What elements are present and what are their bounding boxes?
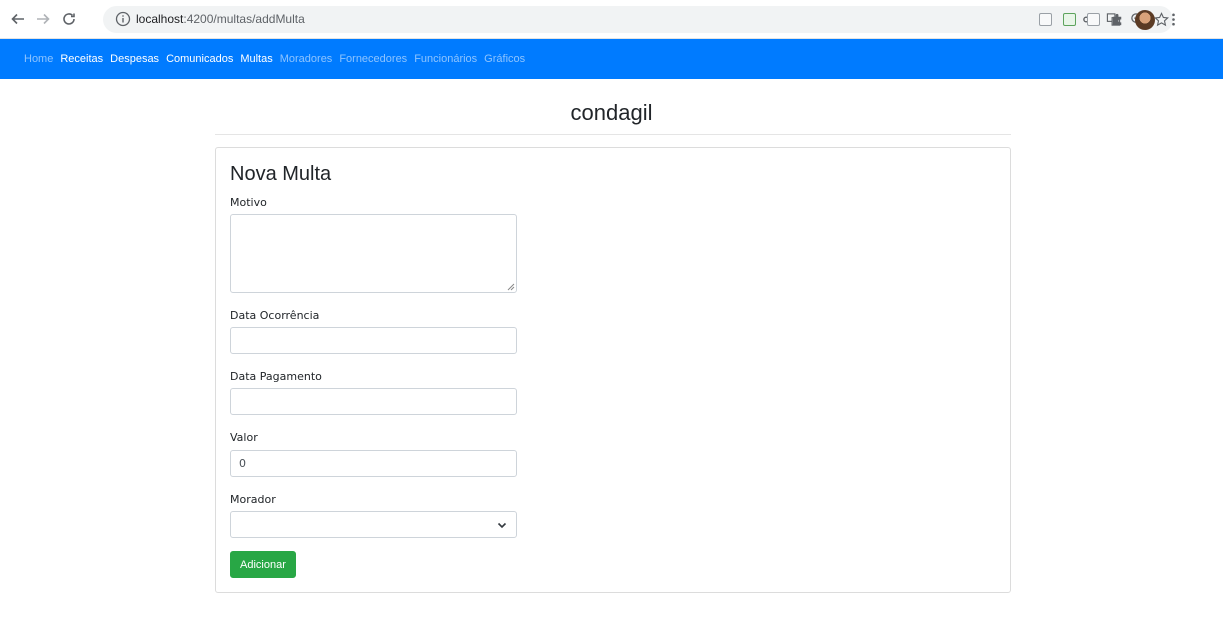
- form-title: Nova Multa: [230, 163, 332, 185]
- url-host: localhost: [136, 12, 184, 26]
- nav-link-comunicados[interactable]: Comunicados: [166, 53, 233, 65]
- valor-label: Valor: [230, 431, 258, 444]
- data-ocorrencia-label: Data Ocorrência: [230, 309, 320, 322]
- valor-value: 0: [239, 457, 246, 470]
- data-pagamento-input[interactable]: [230, 388, 517, 415]
- valor-input[interactable]: 0: [230, 450, 517, 477]
- extensions-bar: [1033, 9, 1185, 30]
- nav-link-multas[interactable]: Multas: [240, 53, 272, 65]
- nav-link-graficos[interactable]: Gráficos: [484, 53, 525, 65]
- info-icon[interactable]: [115, 11, 131, 27]
- data-pagamento-label: Data Pagamento: [230, 370, 322, 383]
- reload-icon[interactable]: [59, 9, 79, 29]
- chevron-down-icon: [497, 522, 507, 528]
- morador-label: Morador: [230, 493, 276, 506]
- adicionar-button[interactable]: Adicionar: [230, 551, 296, 578]
- profile-avatar[interactable]: [1135, 9, 1155, 30]
- menu-dots-icon[interactable]: [1165, 12, 1181, 28]
- nav-link-receitas[interactable]: Receitas: [60, 53, 103, 65]
- extension-k-icon[interactable]: [1037, 12, 1053, 28]
- nav-link-funcionarios[interactable]: Funcionários: [414, 53, 477, 65]
- nav-link-despesas[interactable]: Despesas: [110, 53, 159, 65]
- main-navbar: Home Receitas Despesas Comunicados Multa…: [0, 39, 1223, 79]
- morador-select[interactable]: [230, 511, 517, 538]
- url-text: localhost:4200/multas/addMulta: [136, 11, 305, 28]
- motivo-label: Motivo: [230, 196, 267, 209]
- nav-link-moradores[interactable]: Moradores: [280, 53, 333, 65]
- motivo-textarea[interactable]: [230, 214, 517, 293]
- nav-link-home[interactable]: Home: [24, 53, 53, 65]
- back-icon[interactable]: [8, 9, 28, 29]
- nav-link-fornecedores[interactable]: Fornecedores: [339, 53, 407, 65]
- data-ocorrencia-input[interactable]: [230, 327, 517, 354]
- header-divider: [215, 134, 1011, 135]
- extension-sheet-icon[interactable]: [1061, 12, 1077, 28]
- page-brand-title: condagil: [570, 100, 653, 125]
- resize-grip-icon[interactable]: [507, 283, 515, 291]
- puzzle-icon[interactable]: [1109, 12, 1125, 28]
- url-path: :4200/multas/addMulta: [183, 12, 305, 26]
- browser-toolbar: localhost:4200/multas/addMulta: [0, 0, 1223, 39]
- address-bar[interactable]: localhost:4200/multas/addMulta: [103, 6, 1173, 33]
- forward-icon[interactable]: [33, 9, 53, 29]
- extension-box-icon[interactable]: [1085, 12, 1101, 28]
